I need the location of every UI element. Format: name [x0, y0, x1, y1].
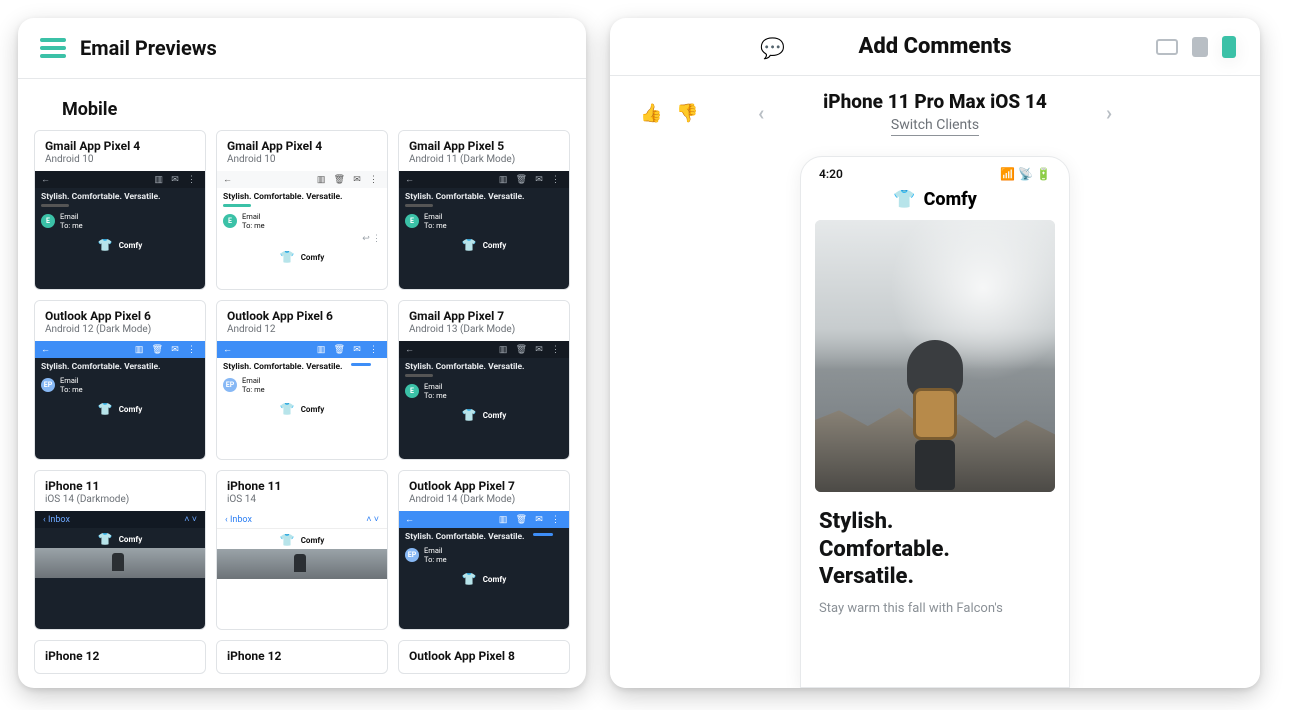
- email-brand: 👕 Comfy: [801, 185, 1069, 220]
- detail-panel: 💬 Add Comments 👍 👎 ‹ iPhone 11 Pro Max i…: [610, 18, 1260, 688]
- card-subtitle: Android 10: [45, 154, 195, 165]
- comment-icon[interactable]: 💬: [760, 36, 785, 60]
- detail-title: Add Comments: [858, 34, 1011, 59]
- preview-card[interactable]: Gmail App Pixel 4 Android 10 ←▥ ✉ ⋮ Styl…: [34, 130, 206, 290]
- detail-subheader: 👍 👎 ‹ iPhone 11 Pro Max iOS 14 Switch Cl…: [610, 76, 1260, 146]
- preview-card[interactable]: iPhone 12: [34, 640, 206, 674]
- preview-card[interactable]: Gmail App Pixel 4 Android 10 ←▥ 🗑 ✉ ⋮ St…: [216, 130, 388, 290]
- preview-card[interactable]: Gmail App Pixel 7 Android 13 (Dark Mode)…: [398, 300, 570, 460]
- preview-card[interactable]: iPhone 11 iOS 14 ‹ Inbox˄ ˅ 👕Comfy: [216, 470, 388, 630]
- card-title: Gmail App Pixel 4: [45, 139, 195, 153]
- email-body-preview: Stay warm this fall with Falcon's: [819, 601, 1051, 616]
- thumbs-up-icon[interactable]: 👍: [640, 103, 662, 124]
- previews-header: Email Previews: [18, 18, 586, 79]
- phone-preview: 4:20 📶 📡 🔋 👕 Comfy Stylish. Comfortable.…: [800, 156, 1070, 688]
- switch-clients-link[interactable]: Switch Clients: [891, 117, 979, 136]
- email-text: Stylish. Comfortable. Versatile. Stay wa…: [801, 492, 1069, 616]
- section-mobile: Mobile: [62, 99, 570, 120]
- previews-body: Mobile Gmail App Pixel 4 Android 10 ←▥ ✉…: [18, 79, 586, 688]
- device-label: iPhone 11 Pro Max iOS 14: [823, 90, 1047, 113]
- preview-card[interactable]: Gmail App Pixel 5 Android 11 (Dark Mode)…: [398, 130, 570, 290]
- previews-panel: Email Previews Mobile Gmail App Pixel 4 …: [18, 18, 586, 688]
- prev-icon[interactable]: ‹: [758, 101, 764, 125]
- preview-grid: Gmail App Pixel 4 Android 10 ←▥ ✉ ⋮ Styl…: [34, 130, 570, 674]
- detail-header: 💬 Add Comments: [610, 18, 1260, 76]
- device-switcher: [1156, 36, 1236, 58]
- detail-body: 4:20 📶 📡 🔋 👕 Comfy Stylish. Comfortable.…: [610, 146, 1260, 688]
- preview-card[interactable]: iPhone 11 iOS 14 (Darkmode) ‹ Inbox˄ ˅ 👕…: [34, 470, 206, 630]
- preview-card[interactable]: iPhone 12: [216, 640, 388, 674]
- tshirt-icon: 👕: [893, 189, 915, 210]
- preview-card[interactable]: Outlook App Pixel 6 Android 12 (Dark Mod…: [34, 300, 206, 460]
- thumbs-down-icon[interactable]: 👎: [676, 103, 698, 124]
- next-icon[interactable]: ›: [1106, 101, 1112, 125]
- preview-card[interactable]: Outlook App Pixel 8: [398, 640, 570, 674]
- menu-icon[interactable]: [40, 38, 66, 58]
- status-icons: 📶 📡 🔋: [1000, 167, 1051, 181]
- preview-card[interactable]: Outlook App Pixel 6 Android 12 ←▥ 🗑 ✉ ⋮ …: [216, 300, 388, 460]
- phone-icon[interactable]: [1222, 36, 1236, 58]
- desktop-icon[interactable]: [1156, 39, 1178, 55]
- status-time: 4:20: [819, 167, 843, 181]
- preview-card[interactable]: Outlook App Pixel 7 Android 14 (Dark Mod…: [398, 470, 570, 630]
- status-bar: 4:20 📶 📡 🔋: [801, 157, 1069, 185]
- hero-image: [815, 220, 1055, 492]
- tablet-icon[interactable]: [1192, 37, 1208, 57]
- previews-title: Email Previews: [80, 36, 217, 60]
